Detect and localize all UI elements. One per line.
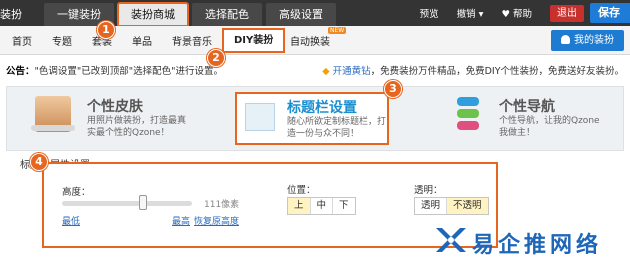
watermark-text: 易企推网络 (472, 232, 603, 258)
page: { "topbar": { "left_cut": "装扮", "tabs": … (0, 0, 630, 261)
max-height-link[interactable]: 最高 (172, 214, 190, 227)
watermark: 易企推网络 (432, 222, 628, 258)
subnav-item-auto-change[interactable]: 自动换装 (290, 33, 330, 48)
card-titlebar-desc-2: 造一份与众不同！ (287, 129, 360, 139)
position-top-option[interactable]: 上 (288, 198, 311, 214)
top-right-actions: 预览 撤销 ▾ ♥ 帮助 退出 保存 (420, 0, 630, 26)
tab-dress-mall[interactable]: 装扮商城 (117, 2, 189, 27)
my-dress-label: 我的装扮 (574, 35, 614, 46)
exit-button[interactable]: 退出 (550, 4, 584, 22)
subnav-item-diy[interactable]: DIY装扮 (222, 28, 286, 53)
notice: 公告："色调设置"已改到顶部"选择配色"进行设置。 (6, 63, 223, 77)
card-nav[interactable]: 个性导航 个性导航，让我的Qzone 我做主！ (443, 87, 623, 150)
save-button[interactable]: 保存 (590, 3, 630, 23)
notice-promo-text: ，免费装扮万件精品，免费DIY个性装扮，免费送好友装扮。 (370, 66, 624, 77)
card-titlebar[interactable]: 标题栏设置 随心所欲定制标题栏，打 造一份与众不同！ (235, 92, 389, 145)
subnav-item-bgm[interactable]: 背景音乐 (172, 33, 212, 48)
position-selector: 上 中 下 (287, 197, 356, 215)
notice-promo: ◆ 开通黄钻，免费装扮万件精品，免费DIY个性装扮，免费送好友装扮。 (322, 63, 624, 77)
user-icon (561, 35, 570, 44)
card-nav-title: 个性导航 (499, 99, 555, 115)
card-skin-desc-2: 实最个性的Qzone！ (87, 128, 170, 138)
titlebar-settings-panel: 高度： 111像素 最低 最高 恢复原高度 位置： 上 中 下 透明： 透明 不… (42, 162, 498, 248)
open-yellow-diamond-link[interactable]: 开通黄钻 (333, 66, 371, 77)
top-nav: 一键装扮 装扮商城 选择配色 高级设置 (44, 2, 340, 27)
card-skin-title: 个性皮肤 (87, 99, 143, 115)
card-titlebar-desc-1: 随心所欲定制标题栏，打 (287, 117, 387, 127)
step-badge-4: 4 (30, 153, 48, 171)
preview-link[interactable]: 预览 (420, 6, 439, 20)
step-badge-2: 2 (207, 49, 225, 67)
new-badge: NEW (328, 27, 347, 34)
card-nav-desc-1: 个性导航，让我的Qzone (499, 116, 600, 126)
position-label: 位置： (287, 185, 316, 196)
notice-prefix: 公告： (6, 66, 35, 77)
feature-cards: 个性皮肤 用照片做装扮，打造最真 实最个性的Qzone！ 标题栏设置 随心所欲定… (6, 86, 624, 151)
watermark-logo-icon (436, 228, 466, 252)
card-skin-desc-1: 用照片做装扮，打造最真 (87, 116, 187, 126)
titlebar-thumbnail-icon (245, 103, 275, 131)
height-slider-handle[interactable] (138, 195, 147, 210)
opacity-label: 透明： (414, 185, 443, 196)
nav-thumbnail-icon (457, 97, 479, 133)
diamond-icon: ◆ (322, 66, 330, 77)
top-bar: 装扮 一键装扮 装扮商城 选择配色 高级设置 预览 撤销 ▾ ♥ 帮助 退出 保… (0, 0, 630, 27)
card-titlebar-title: 标题栏设置 (287, 100, 357, 116)
height-value: 111像素 (204, 200, 240, 210)
tab-choose-color[interactable]: 选择配色 (192, 3, 262, 26)
card-skin[interactable]: 个性皮肤 用照片做装扮，打造最真 实最个性的Qzone！ (7, 87, 227, 150)
height-label: 高度： (62, 187, 91, 198)
step-badge-1: 1 (97, 21, 115, 39)
sub-nav: 首页 专题 套装 单品 背景音乐 DIY装扮 自动换装 NEW (0, 26, 630, 55)
undo-dropdown[interactable]: 撤销 ▾ (457, 6, 484, 20)
my-dress-button[interactable]: 我的装扮 (551, 30, 624, 51)
opacity-selector: 透明 不透明 (414, 197, 489, 215)
help-link[interactable]: ♥ 帮助 (501, 6, 532, 20)
opacity-transparent-option[interactable]: 透明 (415, 198, 448, 214)
restore-height-link[interactable]: 恢复原高度 (194, 214, 239, 227)
min-height-link[interactable]: 最低 (62, 214, 80, 227)
subnav-item-topics[interactable]: 专题 (52, 33, 72, 48)
step-badge-3: 3 (384, 80, 402, 98)
position-middle-option[interactable]: 中 (311, 198, 334, 214)
notice-text: "色调设置"已改到顶部"选择配色"进行设置。 (34, 66, 223, 77)
tab-advanced-settings[interactable]: 高级设置 (266, 3, 336, 26)
height-slider-track[interactable] (62, 201, 192, 206)
subnav-item-home[interactable]: 首页 (12, 33, 32, 48)
top-bar-left-label: 装扮 (0, 8, 22, 21)
card-nav-desc-2: 我做主！ (499, 128, 536, 138)
skin-stand-icon (31, 125, 75, 131)
position-bottom-option[interactable]: 下 (333, 198, 355, 214)
opacity-opaque-option[interactable]: 不透明 (447, 198, 488, 214)
subnav-item-single[interactable]: 单品 (132, 33, 152, 48)
